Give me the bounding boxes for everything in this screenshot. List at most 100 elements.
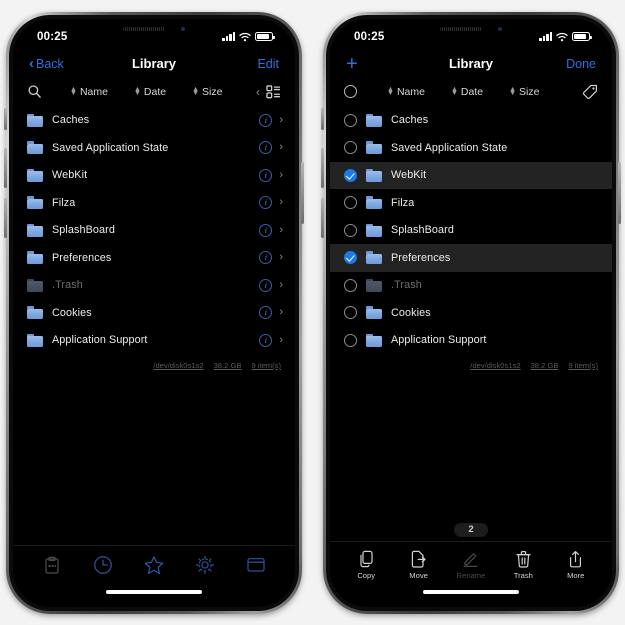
home-indicator[interactable]: [13, 585, 295, 607]
info-icon[interactable]: i: [259, 113, 273, 127]
chevron-right-icon[interactable]: ›: [279, 252, 283, 263]
info-icon[interactable]: i: [259, 278, 273, 292]
nav-bar: + Library Done: [330, 49, 612, 79]
table-row[interactable]: Caches: [330, 107, 612, 135]
chevron-right-icon[interactable]: ›: [279, 197, 283, 208]
power-button[interactable]: [618, 161, 621, 224]
table-row[interactable]: Cookies i ›: [13, 299, 295, 327]
table-row[interactable]: Filza: [330, 189, 612, 217]
info-icon[interactable]: i: [259, 223, 273, 237]
tab-favorites[interactable]: [144, 555, 164, 575]
file-name: Cookies: [391, 306, 431, 319]
clock-icon: [94, 556, 113, 574]
chevron-right-icon[interactable]: ›: [279, 169, 283, 181]
tab-settings[interactable]: [195, 555, 215, 575]
volume-down-button[interactable]: [4, 197, 7, 238]
device-bezel: 00:25: [9, 14, 299, 611]
chevron-right-icon[interactable]: ›: [279, 279, 283, 291]
tab-windows[interactable]: [246, 555, 266, 575]
search-icon[interactable]: [27, 84, 42, 99]
add-button[interactable]: +: [346, 54, 358, 74]
edit-button[interactable]: Edit: [257, 57, 279, 71]
sort-by-date[interactable]: ▲ ▼ Date: [451, 86, 483, 98]
list-view-icon[interactable]: [266, 84, 281, 99]
volume-info: /dev/disk0s1s2 38.2 GB 9 item(s): [330, 354, 612, 370]
info-icon[interactable]: i: [259, 333, 273, 347]
row-checkbox-checked[interactable]: [344, 251, 357, 265]
tab-recents[interactable]: [93, 555, 113, 575]
table-row[interactable]: Filza i ›: [13, 189, 295, 217]
table-row[interactable]: Cookies: [330, 299, 612, 327]
chevron-right-icon[interactable]: ›: [279, 307, 283, 318]
cellular-bars-icon: [539, 32, 552, 41]
table-row[interactable]: .Trash: [330, 272, 612, 300]
front-camera-icon: [181, 26, 185, 31]
sort-by-name[interactable]: ▲ ▼ Name: [70, 86, 108, 98]
info-icon[interactable]: i: [259, 251, 273, 265]
info-icon[interactable]: i: [259, 141, 273, 155]
row-checkbox[interactable]: [344, 333, 357, 347]
back-button[interactable]: ‹ Back: [29, 56, 64, 71]
mute-switch[interactable]: [321, 107, 324, 130]
volume-up-button[interactable]: [4, 147, 7, 188]
sort-toolbar: ▲ ▼ Name ▲ ▼ Date ▲ ▼ Size: [330, 79, 612, 105]
table-row[interactable]: Saved Application State i ›: [13, 134, 295, 162]
folder-icon: [27, 333, 43, 347]
sort-by-name[interactable]: ▲ ▼ Name: [387, 86, 425, 98]
volume-up-button[interactable]: [321, 147, 324, 188]
rename-label: Rename: [456, 571, 486, 580]
copy-button[interactable]: Copy: [344, 550, 388, 580]
table-row[interactable]: Caches i ›: [13, 107, 295, 135]
rename-button[interactable]: Rename: [449, 550, 493, 580]
row-checkbox[interactable]: [344, 113, 357, 127]
chevron-left-icon: ‹: [29, 55, 34, 72]
row-checkbox-checked[interactable]: [344, 168, 357, 182]
table-row[interactable]: .Trash i ›: [13, 272, 295, 300]
more-button[interactable]: More: [554, 550, 598, 580]
trash-button[interactable]: Trash: [501, 550, 545, 580]
folder-icon: [27, 113, 43, 127]
row-checkbox[interactable]: [344, 141, 357, 155]
sort-arrows-icon: ▲ ▼: [133, 85, 141, 97]
done-button[interactable]: Done: [566, 57, 596, 71]
row-checkbox[interactable]: [344, 196, 357, 210]
chevron-right-icon[interactable]: ›: [279, 114, 283, 126]
file-name: Preferences: [391, 251, 451, 264]
info-icon[interactable]: i: [259, 306, 273, 320]
table-row[interactable]: WebKit: [330, 161, 612, 189]
power-button[interactable]: [301, 161, 304, 224]
info-icon[interactable]: i: [259, 196, 273, 210]
folder-icon: [27, 168, 43, 182]
sort-by-size[interactable]: ▲ ▼ Size: [192, 86, 222, 98]
battery-icon: [572, 32, 592, 41]
status-time: 00:25: [37, 30, 68, 43]
chevron-left-icon[interactable]: ‹: [256, 85, 260, 99]
home-indicator[interactable]: [330, 585, 612, 607]
table-row[interactable]: Application Support: [330, 327, 612, 355]
table-row[interactable]: SplashBoard i ›: [13, 217, 295, 245]
file-name: Filza: [391, 196, 415, 209]
file-list-left: Caches i › Saved Application State i › W…: [13, 105, 295, 355]
row-checkbox[interactable]: [344, 223, 357, 237]
chevron-right-icon[interactable]: ›: [279, 142, 283, 153]
volume-down-button[interactable]: [321, 197, 324, 238]
table-row[interactable]: WebKit i ›: [13, 162, 295, 190]
chevron-right-icon[interactable]: ›: [279, 224, 283, 236]
sort-by-size[interactable]: ▲ ▼ Size: [509, 86, 539, 98]
row-checkbox[interactable]: [344, 306, 357, 320]
info-icon[interactable]: i: [259, 168, 273, 182]
table-row[interactable]: Preferences: [330, 244, 612, 272]
tab-clipboard[interactable]: [42, 555, 62, 575]
sort-by-date[interactable]: ▲ ▼ Date: [134, 86, 166, 98]
table-row[interactable]: Saved Application State: [330, 134, 612, 162]
move-button[interactable]: Move: [397, 550, 441, 580]
back-button-label: Back: [36, 56, 64, 71]
table-row[interactable]: SplashBoard: [330, 217, 612, 245]
mute-switch[interactable]: [4, 107, 7, 130]
chevron-right-icon[interactable]: ›: [279, 334, 283, 346]
table-row[interactable]: Preferences i ›: [13, 244, 295, 272]
tag-icon[interactable]: [582, 84, 598, 100]
select-all-circle-icon[interactable]: [344, 85, 357, 98]
row-checkbox[interactable]: [344, 278, 357, 292]
table-row[interactable]: Application Support i ›: [13, 327, 295, 355]
